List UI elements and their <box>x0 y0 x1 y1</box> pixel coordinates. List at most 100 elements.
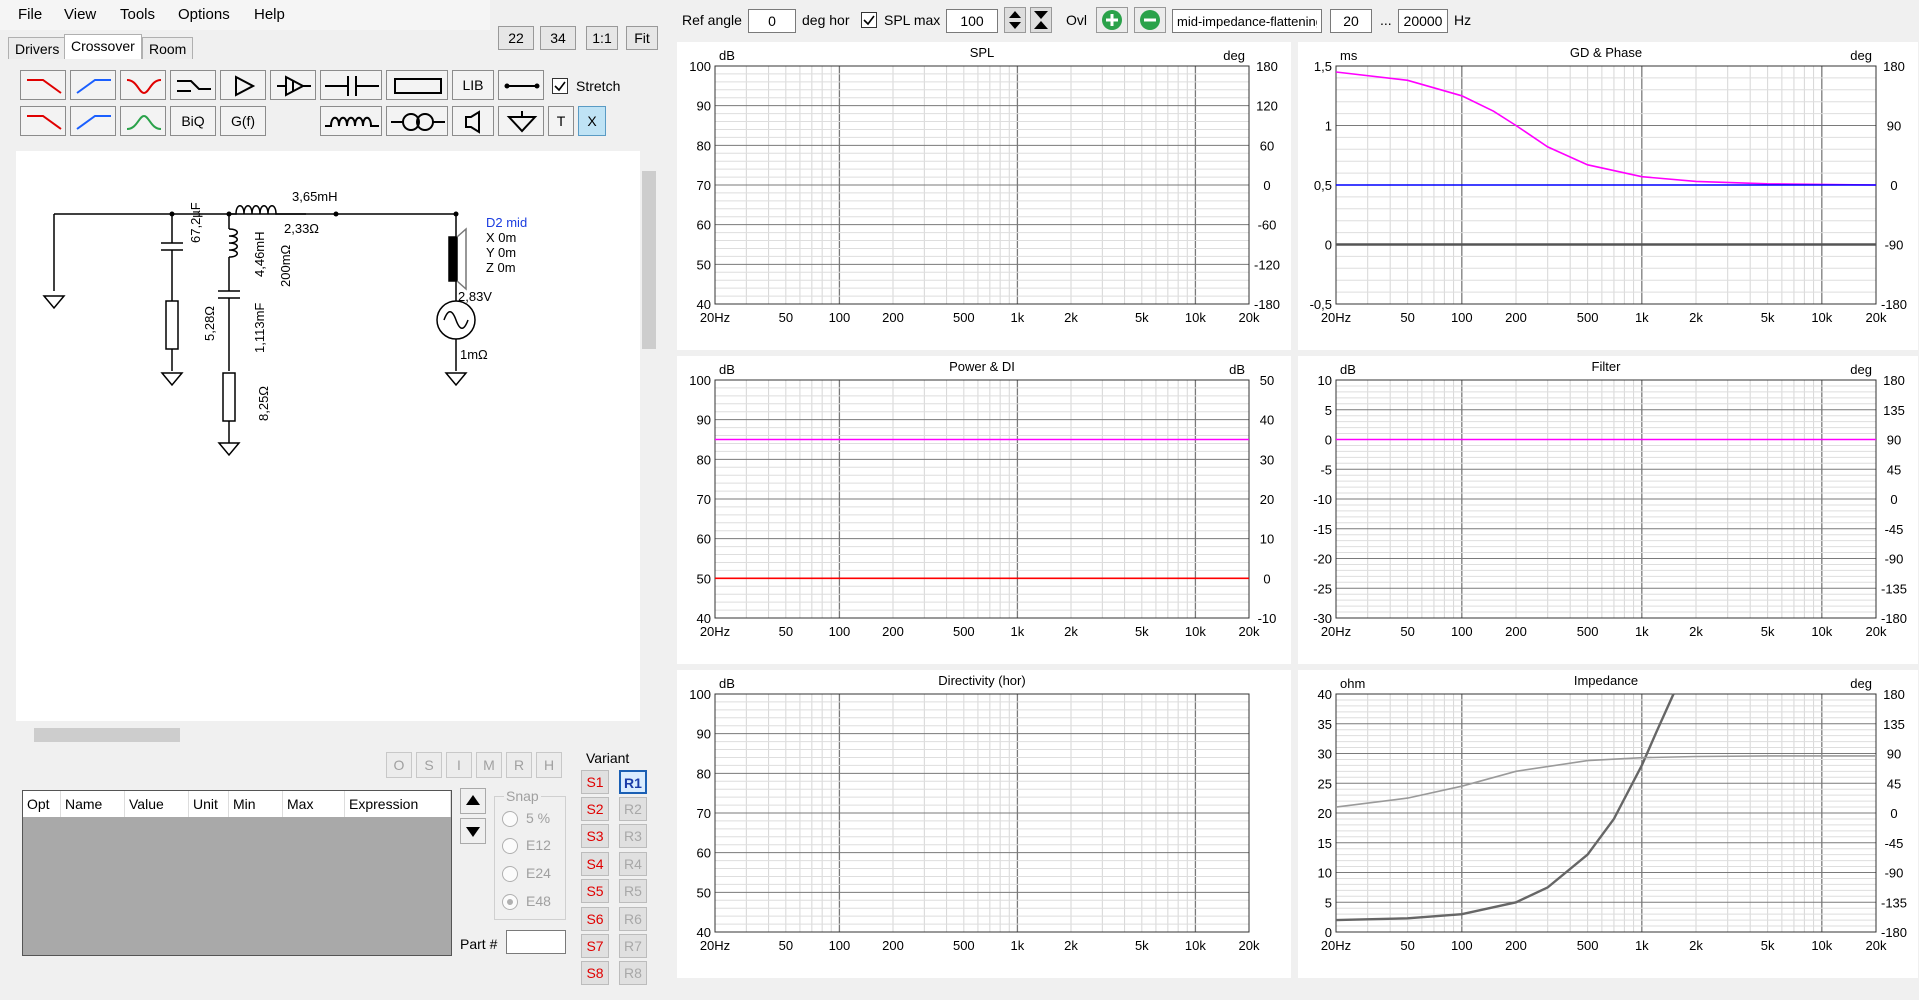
col-name[interactable]: Name <box>61 791 125 817</box>
col-opt[interactable]: Opt <box>23 791 61 817</box>
variant-r4-button[interactable]: R4 <box>619 852 647 876</box>
snap-e24-radio[interactable] <box>502 866 518 882</box>
spl-panel[interactable]: SPL dB deg 100 90 80 70 60 50 40 180 120 60 0 -60 -120-… <box>677 42 1291 350</box>
overlay-name-input[interactable] <box>1172 9 1322 33</box>
spl-max-input[interactable] <box>946 9 998 33</box>
optimizer-table[interactable]: Opt Name Value Unit Min Max Expression <box>22 790 452 956</box>
text-tool-button[interactable]: T <box>548 106 574 136</box>
gd-phase-panel[interactable]: GD & Phase ms deg 1,5 1 0,5 0 -0,5 180 90 0 -90 -180… <box>1298 42 1918 350</box>
variant-r8-button[interactable]: R8 <box>619 961 647 985</box>
part-number-input[interactable] <box>506 930 566 954</box>
variant-r6-button[interactable]: R6 <box>619 907 647 931</box>
move-up-button[interactable] <box>460 788 486 814</box>
snap-e12-radio[interactable] <box>502 838 518 854</box>
opt-m-button[interactable]: M <box>476 752 502 778</box>
zoom-1to1-button[interactable]: 1:1 <box>586 26 618 50</box>
menu-file[interactable]: File <box>18 6 42 23</box>
wire-tool[interactable] <box>498 70 544 100</box>
highpass-blue-2-tool[interactable] <box>70 106 116 136</box>
col-min[interactable]: Min <box>229 791 283 817</box>
col-value[interactable]: Value <box>125 791 189 817</box>
right-tick-label: 0 <box>1263 571 1270 586</box>
col-max[interactable]: Max <box>283 791 345 817</box>
tab-crossover[interactable]: Crossover <box>64 34 142 59</box>
ground-tool[interactable] <box>498 106 544 136</box>
driver-tool[interactable] <box>452 106 494 136</box>
series-line <box>1335 755 1876 808</box>
biquad-button[interactable]: BiQ <box>170 106 216 136</box>
variant-s1-button[interactable]: S1 <box>581 770 609 794</box>
variant-r7-button[interactable]: R7 <box>619 934 647 958</box>
amplifier-tool[interactable] <box>220 70 266 100</box>
freq-high-input[interactable] <box>1398 9 1448 33</box>
freq-low-input[interactable] <box>1330 9 1372 33</box>
variant-s3-button[interactable]: S3 <box>581 824 609 848</box>
x-tick-label: 1k <box>1011 310 1025 325</box>
variant-s6-button[interactable]: S6 <box>581 907 609 931</box>
driver-name[interactable]: D2 mid <box>486 215 527 230</box>
x-toggle-button[interactable]: X <box>578 106 606 136</box>
variant-s5-button[interactable]: S5 <box>581 879 609 903</box>
bandpass-green-tool[interactable] <box>120 106 166 136</box>
vscroll-thumb[interactable] <box>642 171 656 349</box>
transformer-tool[interactable] <box>386 106 448 136</box>
highpass-blue-tool[interactable] <box>70 70 116 100</box>
zoom-22-button[interactable]: 22 <box>498 26 534 50</box>
lowpass-red-2-tool[interactable] <box>20 106 66 136</box>
snap-5pct-radio[interactable] <box>502 811 518 827</box>
move-down-button[interactable] <box>460 818 486 844</box>
variant-s8-button[interactable]: S8 <box>581 961 609 985</box>
zoom-34-button[interactable]: 34 <box>540 26 576 50</box>
filter-panel[interactable]: Filter dB deg 10 5 0 -5 -10 -15 -20 -25 -30 180 135 90… <box>1298 356 1918 664</box>
transfer-function-button[interactable]: G(f) <box>220 106 266 136</box>
shelf-tool[interactable] <box>170 70 216 100</box>
hscroll-thumb[interactable] <box>34 728 180 742</box>
variant-s2-button[interactable]: S2 <box>581 797 609 821</box>
col-unit[interactable]: Unit <box>189 791 229 817</box>
opt-h-button[interactable]: H <box>536 752 562 778</box>
menu-view[interactable]: View <box>64 6 96 23</box>
menu-options[interactable]: Options <box>178 6 230 23</box>
ref-angle-input[interactable] <box>748 9 796 33</box>
variant-s7-button[interactable]: S7 <box>581 934 609 958</box>
power-di-panel[interactable]: Power & DI dB dB 100 90 80 70 60 50 40 50 40 30 20 10 0… <box>677 356 1291 664</box>
col-expression[interactable]: Expression <box>345 791 451 817</box>
left-tick-label: 40 <box>1318 687 1332 702</box>
impedance-chart: Impedanceohm deg4035302520151050180135904… <box>1318 673 1907 953</box>
lowpass-red-tool[interactable] <box>20 70 66 100</box>
directivity-panel[interactable]: Directivity (hor) dB 100 90 80 70 60 50 40 20Hz 50… <box>677 670 1291 978</box>
overlay-add-button[interactable] <box>1096 7 1128 33</box>
tab-drivers[interactable]: Drivers <box>8 37 67 59</box>
variant-r2-button[interactable]: R2 <box>619 797 647 821</box>
schematic-horizontal-scrollbar[interactable] <box>16 726 640 744</box>
variant-r5-button[interactable]: R5 <box>619 879 647 903</box>
left-tick-label: -25 <box>1313 581 1332 596</box>
spl-max-checkbox[interactable] <box>861 12 877 28</box>
schematic-canvas[interactable]: 3,65mH 2,33Ω 67,2µF 5,28Ω 4,46mH 200mΩ 1… <box>16 151 640 721</box>
impedance-panel[interactable]: Impedance ohm deg 40 35 30 25 20 15 10 5 0 180 135 90 4… <box>1298 670 1918 978</box>
opt-s-button[interactable]: S <box>416 752 442 778</box>
zoom-fit-button[interactable]: Fit <box>626 26 658 50</box>
opt-r-button[interactable]: R <box>506 752 532 778</box>
snap-e48-radio[interactable] <box>502 894 518 910</box>
tab-room[interactable]: Room <box>142 37 194 59</box>
resistor-tool[interactable] <box>386 70 448 100</box>
variant-s4-button[interactable]: S4 <box>581 852 609 876</box>
variant-r3-button[interactable]: R3 <box>619 824 647 848</box>
bandstop-red-tool[interactable] <box>120 70 166 100</box>
schematic-vertical-scrollbar[interactable] <box>640 151 658 721</box>
stretch-checkbox[interactable] <box>552 78 568 94</box>
inductor-tool[interactable] <box>320 106 382 136</box>
capacitor-tool[interactable] <box>320 70 382 100</box>
overlay-remove-button[interactable] <box>1134 7 1166 33</box>
menu-help[interactable]: Help <box>254 6 285 23</box>
variant-r1-button[interactable]: R1 <box>619 770 647 794</box>
menu-tools[interactable]: Tools <box>120 6 155 23</box>
buffer-tool[interactable] <box>270 70 316 100</box>
library-button[interactable]: LIB <box>452 70 494 100</box>
opt-o-button[interactable]: O <box>386 752 412 778</box>
spl-autoscale-button[interactable] <box>1030 7 1052 33</box>
right-tick-label: 45 <box>1887 776 1901 791</box>
spl-spin-button[interactable] <box>1004 7 1026 33</box>
opt-i-button[interactable]: I <box>446 752 472 778</box>
